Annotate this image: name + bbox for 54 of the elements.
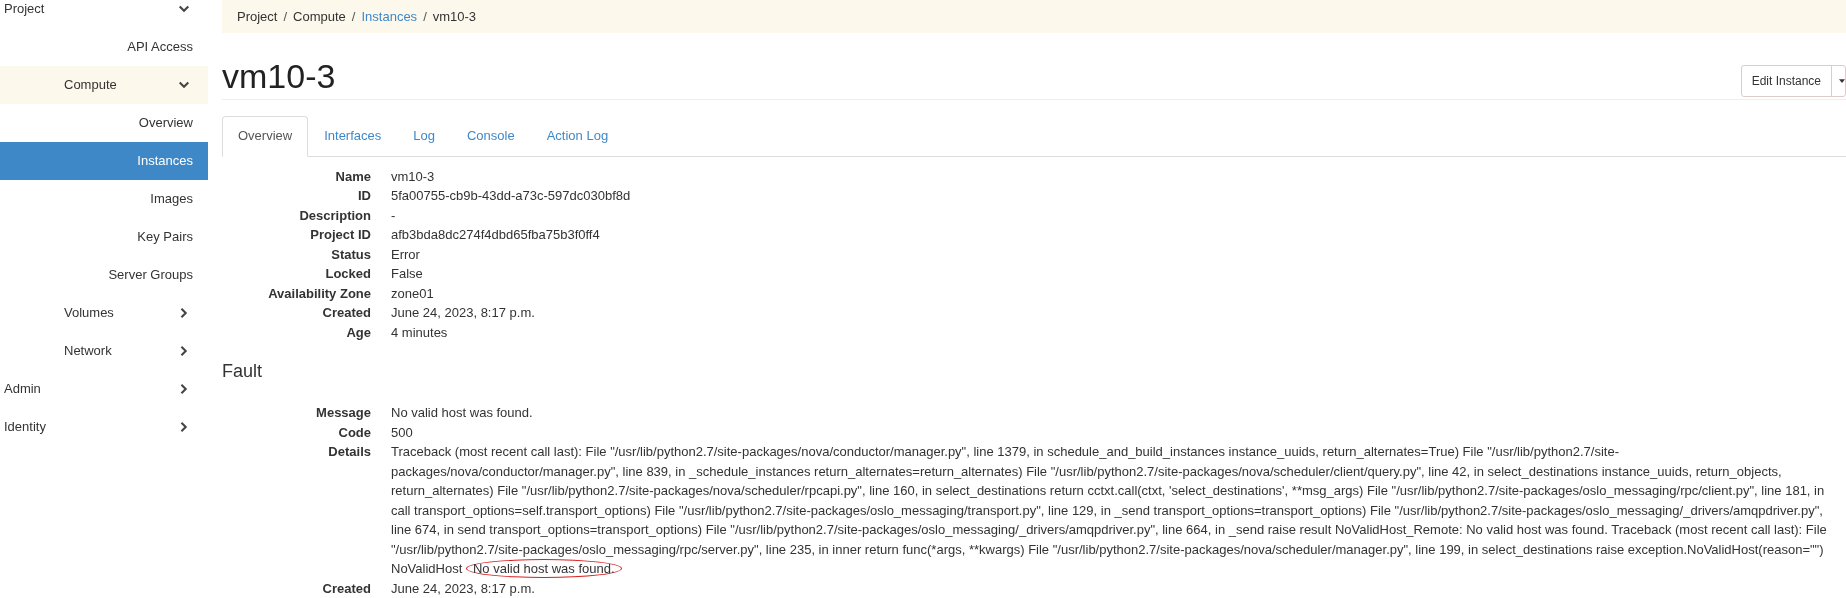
section-heading: Fault — [222, 360, 264, 383]
tab[interactable]: Interfaces — [308, 115, 398, 157]
sidebar-group[interactable]: Identity — [0, 408, 208, 446]
dropdown-toggle-button[interactable] — [1831, 65, 1845, 96]
breadcrumb-item: Compute — [293, 7, 346, 26]
field-label: ID — [357, 187, 372, 205]
field-label: Availability Zone — [267, 284, 372, 303]
tab[interactable]: Overview — [222, 115, 309, 157]
field-label: Age — [345, 323, 372, 342]
field-label: Status — [330, 245, 372, 264]
field-value: 500 — [391, 423, 414, 442]
field-value: False — [391, 265, 424, 283]
field-value: - — [391, 206, 397, 225]
field-label: Name — [334, 167, 372, 186]
field-value: vm10-3 — [391, 167, 436, 186]
tab[interactable]: Action Log — [530, 115, 625, 157]
sidebar-group[interactable]: Compute — [0, 66, 208, 104]
field-value: Traceback (most recent call last): File "/usr/lib/python2.7/site-packages/nova/conductor/manager.py", line 1379, in schedule_and_build_instances instance_uuids, return_alternates=True) File "/usr/lib/python2.7/site-packages/nova/conductor/manager.py", line 839, in _schedule_instances return_alternates=return_alternates) File "/usr/lib/python2.7/site-packages/nova/scheduler/client/query.py", line 42, in select_destinations instance_uuids, return_objects, return_alternates) File "/usr/lib/python2.7/site-packages/nova/scheduler/rpcapi.py", line 160, in select_destinations return cctxt.call(ctxt, 'select_destinations', **msg_args) File "/usr/lib/python2.7/site-packages/oslo_messaging/rpc/client.py", line 181, in call transport_options=self.transport_options) File "/usr/lib/python2.7/site-packages/oslo_messaging/transport.py", line 129, in _send transport_options=transport_options) File "/usr/lib/python2.7/site-packages/oslo_messaging/_drivers/amqpdriver.py", line 674, in send transport_options=transport_options) File "/usr/lib/python2.7/site-packages/oslo_messaging/_drivers/amqpdriver.py", line 664, in _send raise result NoValidHost_Remote: No valid host was found. Traceback (most recent call last): File "/usr/lib/python2.7/site-packages/oslo_messaging/rpc/server.py", line 235, in inner return func(*args, **kwargs) File "/usr/lib/python2.7/site-packages/nova/scheduler/manager.py", line 199, in select_destinations raise exception.NoValidHost(reason="") NoValidHost No valid host was found. — [391, 443, 1828, 579]
sidebar-item[interactable]: Images — [0, 180, 208, 218]
sidebar-item[interactable]: Server Groups — [0, 256, 208, 294]
breadcrumb-item: vm10-3 — [432, 7, 477, 26]
field-label: Locked — [324, 265, 372, 283]
field-value: No valid host was found. — [391, 404, 534, 422]
field-label: Created — [321, 304, 372, 322]
field-value: 5fa00755-cb9b-43dd-a73c-597dc030bf8d — [391, 187, 632, 205]
field-value: afb3bda8dc274f4dbd65fba75b3f0ff4 — [391, 226, 601, 244]
field-label: Created — [321, 579, 372, 598]
sidebar-group[interactable]: Admin — [0, 370, 208, 408]
field-label: Code — [337, 423, 372, 442]
field-value: June 24, 2023, 8:17 p.m. — [391, 579, 536, 598]
field-label: Project ID — [309, 226, 372, 244]
sidebar-item[interactable]: Key Pairs — [0, 218, 208, 256]
breadcrumb-separator: / — [422, 7, 428, 26]
breadcrumb-link[interactable]: Instances — [361, 6, 418, 27]
field-value: June 24, 2023, 8:17 p.m. — [391, 304, 536, 322]
breadcrumb-item: Project — [237, 7, 278, 26]
field-label: Message — [315, 404, 372, 422]
field-value: Error — [391, 245, 421, 264]
sidebar-item[interactable]: Instances — [0, 142, 208, 180]
page-title: vm10-3 — [222, 58, 336, 93]
sidebar-group[interactable]: Project — [0, 0, 208, 28]
sidebar-item[interactable]: Overview — [0, 104, 208, 142]
breadcrumb-separator: / — [350, 7, 357, 26]
field-label: Details — [327, 443, 372, 461]
sidebar-item[interactable]: API Access — [0, 28, 208, 66]
field-value: 4 minutes — [391, 323, 449, 342]
tab[interactable]: Log — [397, 115, 451, 157]
sidebar-group[interactable]: Network — [0, 332, 208, 370]
caret-icon — [1839, 78, 1845, 83]
breadcrumb-separator: / — [282, 7, 289, 26]
sidebar-group[interactable]: Volumes — [0, 294, 208, 332]
tab[interactable]: Console — [451, 115, 531, 157]
field-value: zone01 — [391, 284, 435, 303]
field-label: Description — [298, 206, 372, 225]
